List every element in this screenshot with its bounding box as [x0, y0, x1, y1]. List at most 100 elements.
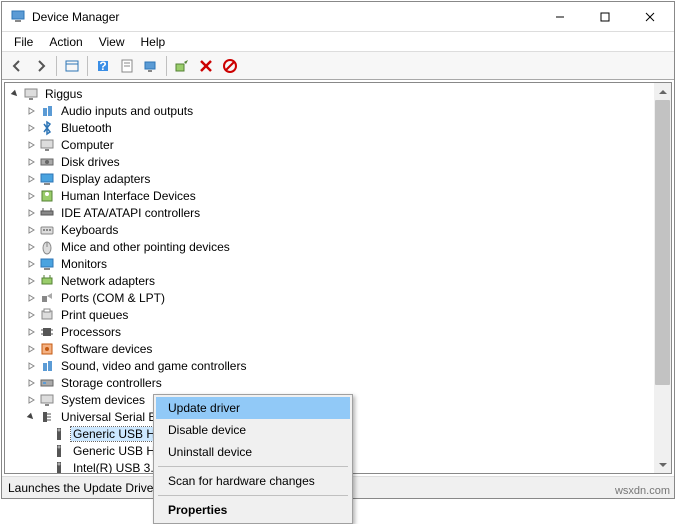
category-icon	[39, 290, 55, 306]
expand-icon[interactable]	[25, 139, 37, 151]
expand-icon[interactable]	[25, 309, 37, 321]
tree-category[interactable]: Keyboards	[7, 221, 671, 238]
show-hide-button[interactable]	[61, 55, 83, 77]
context-separator	[158, 466, 348, 467]
tree-category[interactable]: Processors	[7, 323, 671, 340]
category-icon	[39, 392, 55, 408]
menu-file[interactable]: File	[6, 33, 41, 51]
tree-category[interactable]: Mice and other pointing devices	[7, 238, 671, 255]
menubar: File Action View Help	[2, 32, 674, 52]
uninstall-button[interactable]	[195, 55, 217, 77]
category-label: Ports (COM & LPT)	[59, 291, 167, 305]
category-icon	[39, 239, 55, 255]
properties-button[interactable]	[116, 55, 138, 77]
expand-icon[interactable]	[25, 394, 37, 406]
scroll-up-button[interactable]	[654, 83, 671, 100]
toolbar: ?	[2, 52, 674, 80]
category-label: Sound, video and game controllers	[59, 359, 248, 373]
category-icon	[39, 409, 55, 425]
expand-icon[interactable]	[25, 241, 37, 253]
category-icon	[39, 188, 55, 204]
category-icon	[39, 120, 55, 136]
toolbar-separator	[56, 56, 57, 76]
tree-category[interactable]: Disk drives	[7, 153, 671, 170]
collapse-icon[interactable]	[25, 411, 37, 423]
tree-category[interactable]: IDE ATA/ATAPI controllers	[7, 204, 671, 221]
disable-button[interactable]	[219, 55, 241, 77]
context-scan-hardware[interactable]: Scan for hardware changes	[156, 470, 350, 492]
toolbar-separator	[87, 56, 88, 76]
expand-icon[interactable]	[25, 326, 37, 338]
watermark: wsxdn.com	[615, 485, 670, 497]
category-label: Audio inputs and outputs	[59, 104, 195, 118]
tree-category[interactable]: Bluetooth	[7, 119, 671, 136]
tree-category[interactable]: Print queues	[7, 306, 671, 323]
expand-icon[interactable]	[25, 377, 37, 389]
expand-icon[interactable]	[25, 275, 37, 287]
back-button[interactable]	[6, 55, 28, 77]
device-label: Generic USB H	[71, 427, 157, 441]
tree-category[interactable]: Audio inputs and outputs	[7, 102, 671, 119]
tree-category[interactable]: Computer	[7, 136, 671, 153]
toolbar-separator	[166, 56, 167, 76]
context-uninstall-device[interactable]: Uninstall device	[156, 441, 350, 463]
tree-category[interactable]: Network adapters	[7, 272, 671, 289]
tree-category[interactable]: Sound, video and game controllers	[7, 357, 671, 374]
category-label: System devices	[59, 393, 147, 407]
expand-icon[interactable]	[25, 292, 37, 304]
device-label: Generic USB H	[71, 444, 157, 458]
category-label: Bluetooth	[59, 121, 114, 135]
category-icon	[39, 273, 55, 289]
tree-root[interactable]: Riggus	[7, 85, 671, 102]
category-icon	[39, 358, 55, 374]
menu-help[interactable]: Help	[133, 33, 174, 51]
window-title: Device Manager	[32, 10, 537, 24]
context-disable-device[interactable]: Disable device	[156, 419, 350, 441]
category-label: Mice and other pointing devices	[59, 240, 232, 254]
category-icon	[39, 324, 55, 340]
minimize-button[interactable]	[537, 2, 582, 31]
expand-icon[interactable]	[25, 224, 37, 236]
category-icon	[39, 256, 55, 272]
scan-button[interactable]	[140, 55, 162, 77]
tree-root-label: Riggus	[43, 87, 84, 101]
tree-category[interactable]: Storage controllers	[7, 374, 671, 391]
category-icon	[39, 103, 55, 119]
tree-category[interactable]: Monitors	[7, 255, 671, 272]
expand-icon[interactable]	[25, 105, 37, 117]
category-label: Software devices	[59, 342, 154, 356]
expand-icon[interactable]	[25, 122, 37, 134]
help-button[interactable]: ?	[92, 55, 114, 77]
device-label: Intel(R) USB 3.	[71, 461, 156, 474]
scroll-down-button[interactable]	[654, 456, 671, 473]
expand-icon[interactable]	[25, 207, 37, 219]
category-label: IDE ATA/ATAPI controllers	[59, 206, 202, 220]
menu-view[interactable]: View	[91, 33, 133, 51]
tree-category[interactable]: Ports (COM & LPT)	[7, 289, 671, 306]
category-label: Monitors	[59, 257, 109, 271]
menu-action[interactable]: Action	[41, 33, 90, 51]
expand-icon[interactable]	[25, 360, 37, 372]
scroll-thumb[interactable]	[655, 100, 670, 385]
maximize-button[interactable]	[582, 2, 627, 31]
tree-category[interactable]: Software devices	[7, 340, 671, 357]
forward-button[interactable]	[30, 55, 52, 77]
expand-icon[interactable]	[25, 156, 37, 168]
context-properties[interactable]: Properties	[156, 499, 350, 521]
context-menu: Update driver Disable device Uninstall d…	[153, 394, 353, 524]
expand-icon[interactable]	[25, 190, 37, 202]
vertical-scrollbar[interactable]	[654, 83, 671, 473]
tree-category[interactable]: Human Interface Devices	[7, 187, 671, 204]
collapse-icon[interactable]	[9, 88, 21, 100]
expand-icon[interactable]	[25, 173, 37, 185]
usb-device-icon	[51, 460, 67, 474]
expand-icon[interactable]	[25, 343, 37, 355]
expand-icon[interactable]	[25, 258, 37, 270]
close-button[interactable]	[627, 2, 672, 31]
category-icon	[39, 307, 55, 323]
context-update-driver[interactable]: Update driver	[156, 397, 350, 419]
category-label: Disk drives	[59, 155, 122, 169]
update-driver-button[interactable]	[171, 55, 193, 77]
usb-device-icon	[51, 443, 67, 459]
tree-category[interactable]: Display adapters	[7, 170, 671, 187]
